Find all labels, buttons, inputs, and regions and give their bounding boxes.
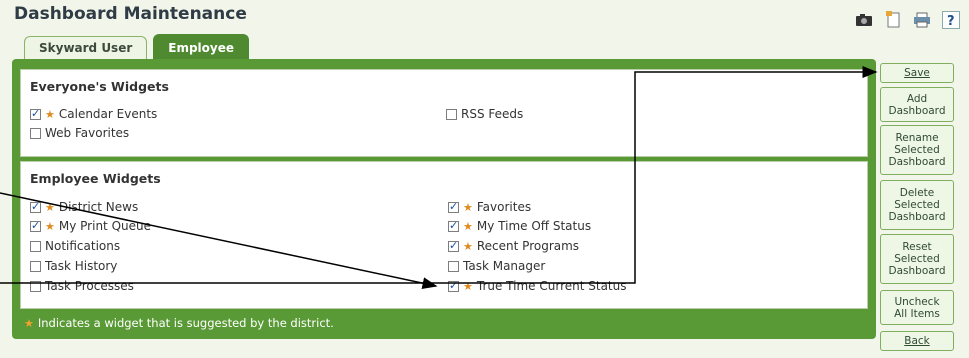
annotation-arrow-save bbox=[0, 66, 878, 284]
annotation-arrow-true-time bbox=[0, 192, 438, 290]
annotation-arrows bbox=[0, 66, 878, 290]
